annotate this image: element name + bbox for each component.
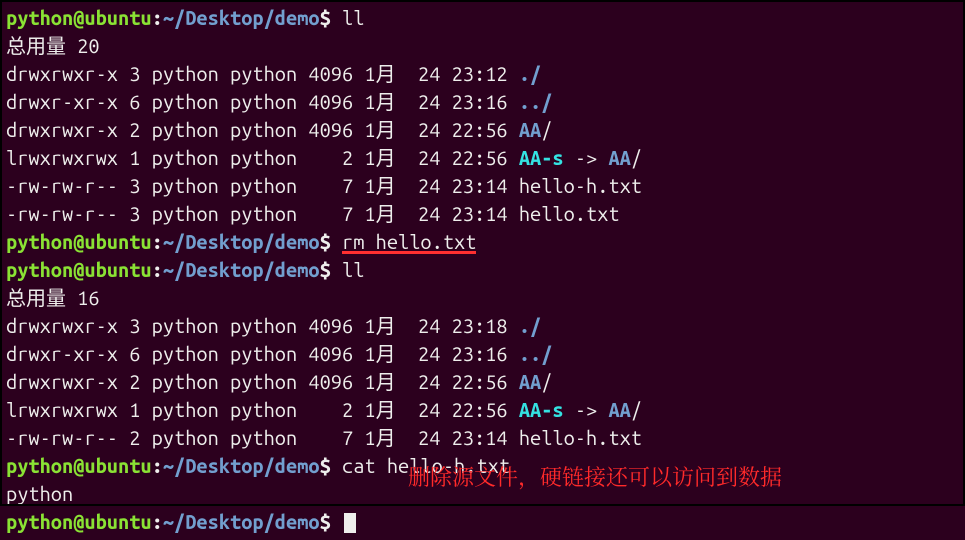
prompt-line: python@ubuntu:~/Desktop/demo$ ll: [6, 4, 959, 32]
list-item: drwxr-xr-x 6 python python 4096 1月 24 23…: [6, 340, 959, 368]
file-name: hello-h.txt: [519, 426, 642, 449]
listing-header: 总用量 16: [6, 284, 959, 312]
prompt-path: ~/Desktop/demo: [163, 230, 320, 253]
symlink-target: AA: [608, 146, 630, 169]
list-item: drwxr-xr-x 6 python python 4096 1月 24 23…: [6, 88, 959, 116]
prompt-user: python: [6, 230, 73, 253]
dir-name: ./: [519, 62, 541, 85]
prompt-line: python@ubuntu:~/Desktop/demo$: [6, 508, 959, 536]
annotation-text: 删除源文件，硬链接还可以访问到数据: [408, 462, 782, 493]
file-name: hello-h.txt: [519, 174, 642, 197]
prompt-colon: :: [152, 258, 163, 281]
prompt-at: @: [73, 230, 84, 253]
list-item: lrwxrwxrwx 1 python python 2 1月 24 22:56…: [6, 396, 959, 424]
prompt-at: @: [73, 510, 84, 533]
prompt-line: python@ubuntu:~/Desktop/demo$ rm hello.t…: [6, 228, 959, 256]
prompt-colon: :: [152, 454, 163, 477]
prompt-at: @: [73, 258, 84, 281]
list-item: drwxrwxr-x 2 python python 4096 1月 24 22…: [6, 368, 959, 396]
list-item: drwxrwxr-x 2 python python 4096 1月 24 22…: [6, 116, 959, 144]
dir-name: AA: [519, 370, 541, 393]
prompt-user: python: [6, 6, 73, 29]
prompt-at: @: [73, 6, 84, 29]
list-item: -rw-rw-r-- 3 python python 7 1月 24 23:14…: [6, 172, 959, 200]
command-text-highlighted: rm hello.txt: [342, 233, 476, 254]
command-text: ll: [342, 6, 364, 29]
file-name: hello.txt: [519, 202, 620, 225]
listing-header: 总用量 20: [6, 32, 959, 60]
dir-name: ../: [519, 90, 553, 113]
prompt-host: ubuntu: [84, 454, 151, 477]
prompt-path: ~/Desktop/demo: [163, 6, 320, 29]
prompt-path: ~/Desktop/demo: [163, 510, 320, 533]
dir-name: ../: [519, 342, 553, 365]
prompt-sigil: $: [320, 454, 331, 477]
symlink-target: AA: [608, 398, 630, 421]
prompt-user: python: [6, 510, 73, 533]
prompt-colon: :: [152, 510, 163, 533]
prompt-sigil: $: [320, 258, 331, 281]
prompt-line: python@ubuntu:~/Desktop/demo$ ll: [6, 256, 959, 284]
prompt-host: ubuntu: [84, 510, 151, 533]
prompt-at: @: [73, 454, 84, 477]
prompt-user: python: [6, 258, 73, 281]
prompt-sigil: $: [320, 510, 331, 533]
prompt-host: ubuntu: [84, 258, 151, 281]
prompt-colon: :: [152, 6, 163, 29]
terminal-output[interactable]: python@ubuntu:~/Desktop/demo$ ll总用量 20dr…: [0, 0, 965, 540]
prompt-path: ~/Desktop/demo: [163, 454, 320, 477]
symlink-name: AA-s: [519, 398, 564, 421]
prompt-sigil: $: [320, 6, 331, 29]
cursor[interactable]: [344, 513, 356, 533]
list-item: drwxrwxr-x 3 python python 4096 1月 24 23…: [6, 312, 959, 340]
dir-name: AA: [519, 118, 541, 141]
prompt-host: ubuntu: [84, 6, 151, 29]
prompt-user: python: [6, 454, 73, 477]
list-item: drwxrwxr-x 3 python python 4096 1月 24 23…: [6, 60, 959, 88]
dir-name: ./: [519, 314, 541, 337]
list-item: -rw-rw-r-- 3 python python 7 1月 24 23:14…: [6, 200, 959, 228]
list-item: -rw-rw-r-- 2 python python 7 1月 24 23:14…: [6, 424, 959, 452]
symlink-name: AA-s: [519, 146, 564, 169]
prompt-path: ~/Desktop/demo: [163, 258, 320, 281]
command-text: ll: [342, 258, 364, 281]
prompt-sigil: $: [320, 230, 331, 253]
list-item: lrwxrwxrwx 1 python python 2 1月 24 22:56…: [6, 144, 959, 172]
prompt-host: ubuntu: [84, 230, 151, 253]
prompt-colon: :: [152, 230, 163, 253]
